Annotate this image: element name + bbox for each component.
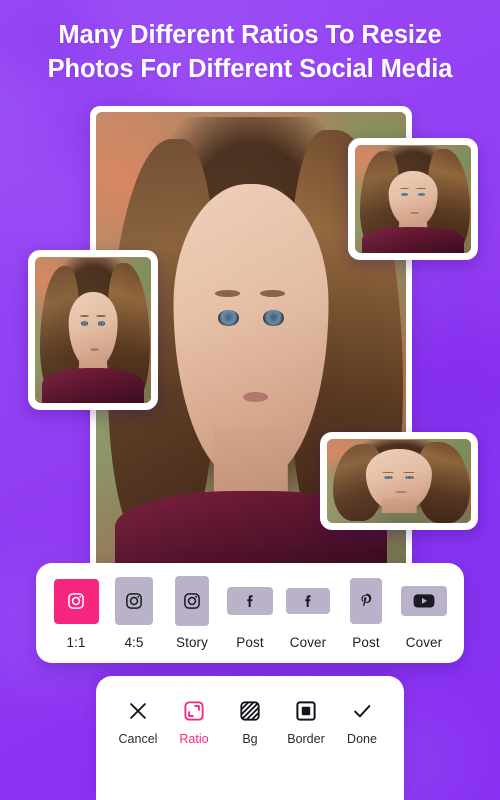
instagram-icon xyxy=(67,592,85,610)
action-label: Bg xyxy=(242,732,258,746)
thumbnail-card-landscape xyxy=(320,432,478,530)
ratio-chip-3[interactable] xyxy=(227,587,273,615)
ratio-option-label: Post xyxy=(236,635,264,650)
ratio-chip-6[interactable] xyxy=(401,586,447,616)
ratio-chip-wrap xyxy=(227,574,273,628)
ratio-option-story-2[interactable]: Story xyxy=(164,574,220,650)
action-cancel-button[interactable]: Cancel xyxy=(112,698,164,746)
ratio-option-label: 4:5 xyxy=(124,635,144,650)
action-bar: Cancel Ratio Bg Border Done xyxy=(96,676,404,800)
ratio-option-4-5-1[interactable]: 4:5 xyxy=(106,574,162,650)
ratio-option-post-3[interactable]: Post xyxy=(222,574,278,650)
border-icon xyxy=(295,698,317,724)
action-label: Ratio xyxy=(179,732,209,746)
headline-line-2: Photos For Different Social Media xyxy=(47,55,453,83)
page-title: Many Different Ratios To Resize Photos F… xyxy=(0,18,500,86)
ratio-chip-0[interactable] xyxy=(53,578,99,624)
ratio-option-label: Cover xyxy=(405,635,443,650)
instagram-icon xyxy=(183,592,201,610)
crop-ratio-icon xyxy=(183,698,205,724)
ratio-chip-wrap xyxy=(175,574,209,628)
ratio-chip-wrap xyxy=(286,574,330,628)
pinterest-icon xyxy=(357,592,375,610)
ratio-chip-5[interactable] xyxy=(350,578,382,624)
youtube-icon xyxy=(413,593,435,609)
ratio-chip-1[interactable] xyxy=(115,577,153,625)
ratio-option-cover-6[interactable]: Cover xyxy=(396,574,452,650)
ratio-chip-wrap xyxy=(350,574,382,628)
action-done-button[interactable]: Done xyxy=(336,698,388,746)
checkmark-icon xyxy=(351,698,373,724)
instagram-icon xyxy=(125,592,143,610)
ratio-chip-wrap xyxy=(115,574,153,628)
ratio-option-label: 1:1 xyxy=(66,635,86,650)
ratio-chip-2[interactable] xyxy=(175,576,209,626)
ratio-option-label: Story xyxy=(175,635,208,650)
action-label: Done xyxy=(347,732,377,746)
background-icon xyxy=(239,698,261,724)
action-border-button[interactable]: Border xyxy=(280,698,332,746)
action-ratio-button[interactable]: Ratio xyxy=(168,698,220,746)
ratio-panel: 1:1 4:5 Story Post Cover Post Cover xyxy=(36,563,464,663)
ratio-option-1-1-0[interactable]: 1:1 xyxy=(48,574,104,650)
facebook-icon xyxy=(241,592,259,610)
close-icon xyxy=(127,698,149,724)
headline-line-1: Many Different Ratios To Resize xyxy=(58,21,442,49)
action-label: Cancel xyxy=(118,732,158,746)
thumbnail-photo-square xyxy=(355,145,471,253)
ratio-chip-wrap xyxy=(401,574,447,628)
ratio-option-post-5[interactable]: Post xyxy=(338,574,394,650)
action-bg-button[interactable]: Bg xyxy=(224,698,276,746)
facebook-icon xyxy=(299,592,317,610)
ratio-option-label: Cover xyxy=(289,635,327,650)
ratio-chip-4[interactable] xyxy=(286,588,330,614)
ratio-option-cover-4[interactable]: Cover xyxy=(280,574,336,650)
ratio-chip-wrap xyxy=(53,574,99,628)
thumbnail-card-portrait xyxy=(28,250,158,410)
action-label: Border xyxy=(287,732,325,746)
ratio-option-label: Post xyxy=(352,635,380,650)
thumbnail-card-square xyxy=(348,138,478,260)
thumbnail-photo-portrait xyxy=(35,257,151,403)
thumbnail-photo-landscape xyxy=(327,439,471,523)
